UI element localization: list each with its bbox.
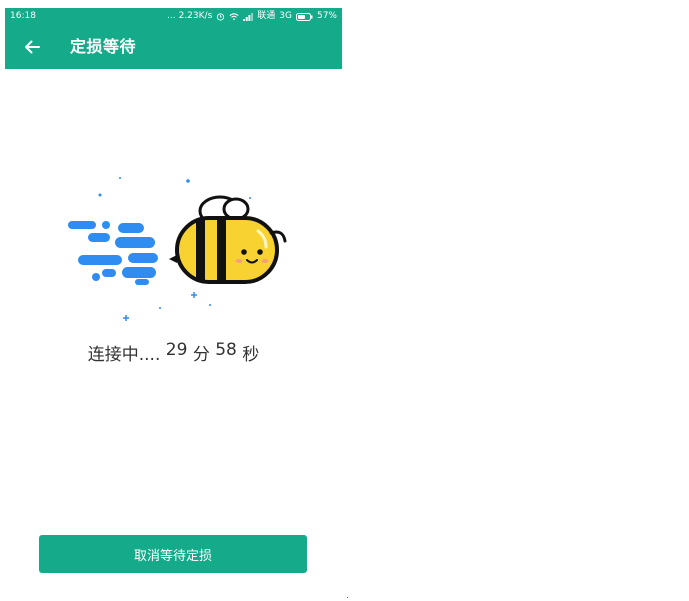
status-bar: 16:18 ... 2.23K/s 联通 3G 57% [5,8,342,25]
status-time: 16:18 [10,11,36,21]
battery-percent: 57% [316,11,337,21]
cancel-wait-button[interactable]: 取消等待定损 [39,535,307,573]
carrier-label: 联通 [257,11,276,21]
timer-minutes: 29 [165,340,188,360]
artifact-dot [347,597,348,598]
app-bar: 定损等待 [5,25,342,69]
page-title: 定损等待 [70,37,137,56]
back-button[interactable] [21,37,43,57]
bee-illustration [60,173,290,323]
connection-timer: 连接中.... 29 分 58 秒 [5,340,342,365]
network-type: 3G [279,11,292,21]
network-speed: ... 2.23K/s [167,11,213,21]
bee-icon [68,177,287,321]
seconds-unit: 秒 [242,345,260,365]
phone-screen: 16:18 ... 2.23K/s 联通 3G 57% 定损等待 连接中....… [5,8,342,588]
alarm-icon [216,12,225,21]
timer-seconds: 58 [215,340,237,360]
arrow-left-icon [25,40,40,54]
status-icons: ... 2.23K/s 联通 3G 57% [167,8,337,25]
minutes-unit: 分 [192,345,210,365]
battery-icon [295,12,313,21]
signal-icon [243,12,254,21]
wifi-icon [229,12,239,21]
connecting-label: 连接中.... [87,345,161,365]
